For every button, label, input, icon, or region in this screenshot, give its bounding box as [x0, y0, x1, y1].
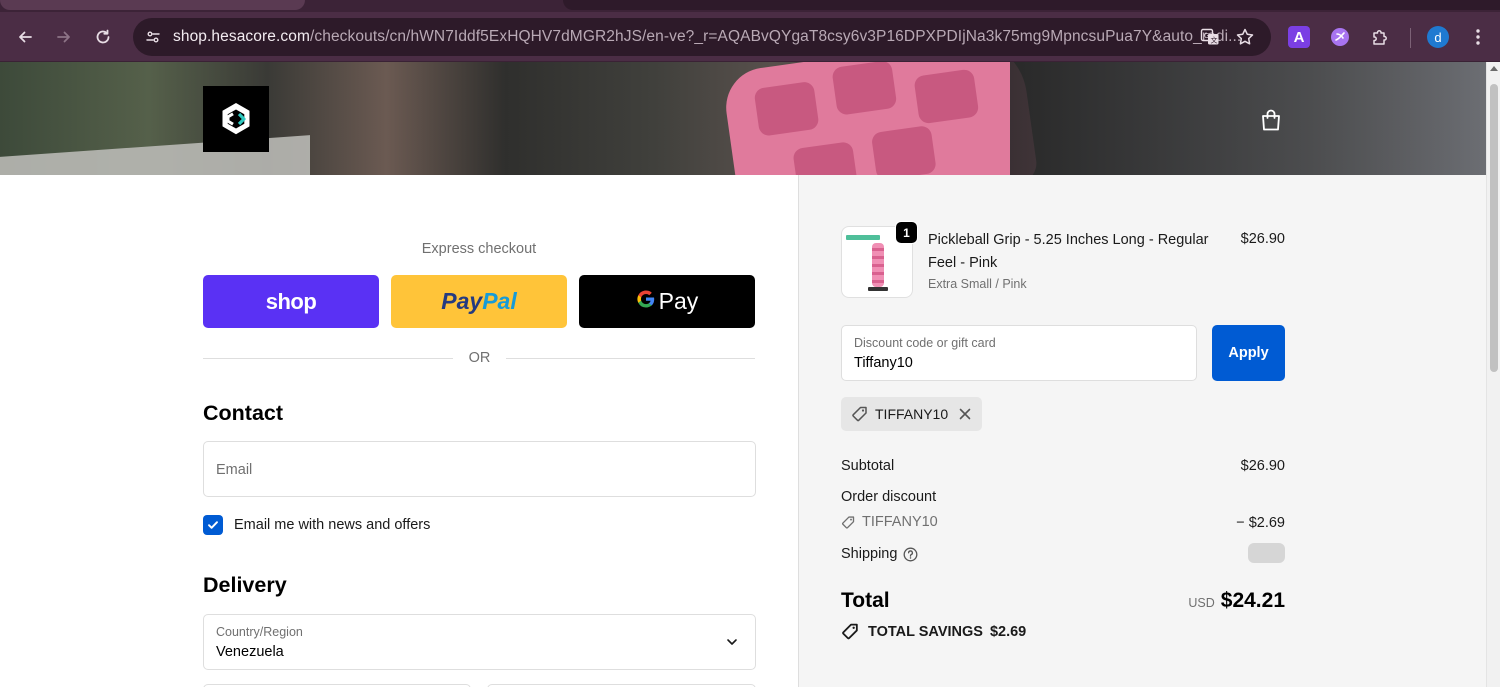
paypal-label-part2: Pal [482, 288, 517, 314]
email-placeholder: Email [216, 462, 253, 478]
contact-title: Contact [203, 401, 284, 425]
site-info-icon[interactable] [141, 25, 165, 49]
savings-tag-icon [841, 622, 860, 641]
forward-icon[interactable] [51, 24, 77, 50]
discount-value: Tiffany10 [854, 355, 913, 371]
discount-code-line: TIFFANY10 [841, 514, 938, 530]
total-amount: $24.21 [1220, 589, 1285, 612]
subtotal-value: $26.90 [1240, 458, 1285, 474]
shipping-loading-placeholder [1248, 543, 1285, 563]
paypal-label-part1: Pay [441, 288, 483, 314]
total-label: Total [841, 589, 890, 612]
scrollbar-thumb[interactable] [1490, 84, 1498, 372]
shipping-row: Shipping [841, 546, 918, 562]
profile-avatar[interactable]: d [1427, 26, 1449, 48]
express-checkout-label: Express checkout [421, 241, 537, 257]
newsletter-checkbox[interactable] [203, 515, 223, 535]
country-select[interactable]: Country/Region Venezuela [203, 614, 756, 670]
applied-code-text: TIFFANY10 [875, 406, 949, 422]
google-g-icon [636, 288, 656, 315]
or-divider: OR [203, 349, 755, 369]
country-value: Venezuela [216, 644, 284, 660]
savings-label: TOTAL SAVINGS [868, 623, 983, 640]
apply-label: Apply [1228, 345, 1269, 361]
browser-tab[interactable] [0, 0, 305, 10]
chevron-down-icon [725, 635, 739, 654]
bookmark-star-icon[interactable] [1235, 27, 1255, 47]
total-savings: TOTAL SAVINGS $2.69 [841, 622, 1026, 641]
total-currency: USD [1188, 596, 1215, 610]
header-banner [0, 62, 1486, 175]
scroll-up-arrow-icon[interactable] [1490, 66, 1498, 71]
tag-icon [841, 515, 856, 530]
extension-b-icon[interactable] [1328, 25, 1352, 49]
paypal-button[interactable]: Pay Pal [391, 275, 567, 328]
url-text[interactable]: shop.hesacore.com/checkouts/cn/hWN7Iddf5… [173, 28, 1241, 46]
svg-text:G: G [1204, 32, 1209, 40]
discount-value-amount: − $2.69 [1236, 515, 1285, 531]
country-label: Country/Region [216, 625, 303, 639]
browser-toolbar: shop.hesacore.com/checkouts/cn/hWN7Iddf5… [0, 12, 1500, 62]
discount-label: Discount code or gift card [854, 336, 996, 350]
extension-a-icon[interactable]: A [1288, 26, 1310, 48]
google-pay-button[interactable]: Pay [579, 275, 755, 328]
back-icon[interactable] [12, 24, 38, 50]
apply-discount-button[interactable]: Apply [1212, 325, 1285, 381]
extensions-icon[interactable] [1368, 25, 1392, 49]
applied-discount-chip: TIFFANY10 [841, 397, 983, 431]
tab-strip [0, 0, 1500, 12]
help-circle-icon[interactable] [903, 547, 918, 562]
tag-icon [851, 405, 869, 423]
newsletter-row[interactable]: Email me with news and offers [203, 514, 430, 536]
shipping-label: Shipping [841, 546, 898, 562]
translate-icon[interactable]: G文 [1200, 27, 1220, 47]
page-scrollbar[interactable] [1486, 62, 1500, 687]
newsletter-label: Email me with news and offers [234, 517, 431, 533]
google-pay-label: Pay [658, 288, 699, 314]
shop-pay-label: shop [265, 288, 317, 314]
shopping-bag-icon[interactable] [1259, 107, 1283, 133]
svg-text:文: 文 [1211, 36, 1218, 45]
banner-shade [1010, 62, 1486, 175]
product-variant: Extra Small / Pink [928, 277, 1027, 291]
toolbar-divider [1410, 28, 1411, 48]
discount-code-field[interactable]: Discount code or gift card Tiffany10 [841, 325, 1197, 381]
banner-grip-image [721, 62, 1039, 175]
product-price: $26.90 [1240, 231, 1285, 247]
product-name: Pickleball Grip - 5.25 Inches Long - Reg… [928, 232, 1209, 271]
profile-initial: d [1434, 29, 1442, 45]
or-text: OR [468, 350, 491, 366]
subtotal-label: Subtotal [841, 458, 895, 474]
discount-code-text: TIFFANY10 [862, 514, 938, 530]
browser-tab-active[interactable] [563, 0, 1500, 10]
url-host: shop.hesacore.com [173, 28, 310, 45]
shop-pay-button[interactable]: shop [203, 275, 379, 328]
quantity-badge: 1 [895, 221, 918, 244]
total-value: USD $24.21 [1100, 589, 1285, 613]
extension-a-letter: A [1293, 28, 1305, 46]
email-field[interactable]: Email [203, 441, 756, 497]
order-discount-label: Order discount [841, 489, 937, 505]
hesacore-logo[interactable] [203, 86, 269, 152]
address-bar[interactable]: shop.hesacore.com/checkouts/cn/hWN7Iddf5… [133, 18, 1271, 56]
delivery-title: Delivery [203, 573, 287, 597]
savings-amount: $2.69 [989, 623, 1027, 640]
remove-discount-icon[interactable] [958, 407, 972, 421]
reload-icon[interactable] [90, 24, 116, 50]
url-path: /checkouts/cn/hWN7Iddf5ExHQHV7dMGR2hJS/e… [309, 28, 1242, 45]
menu-icon[interactable] [1466, 25, 1490, 49]
